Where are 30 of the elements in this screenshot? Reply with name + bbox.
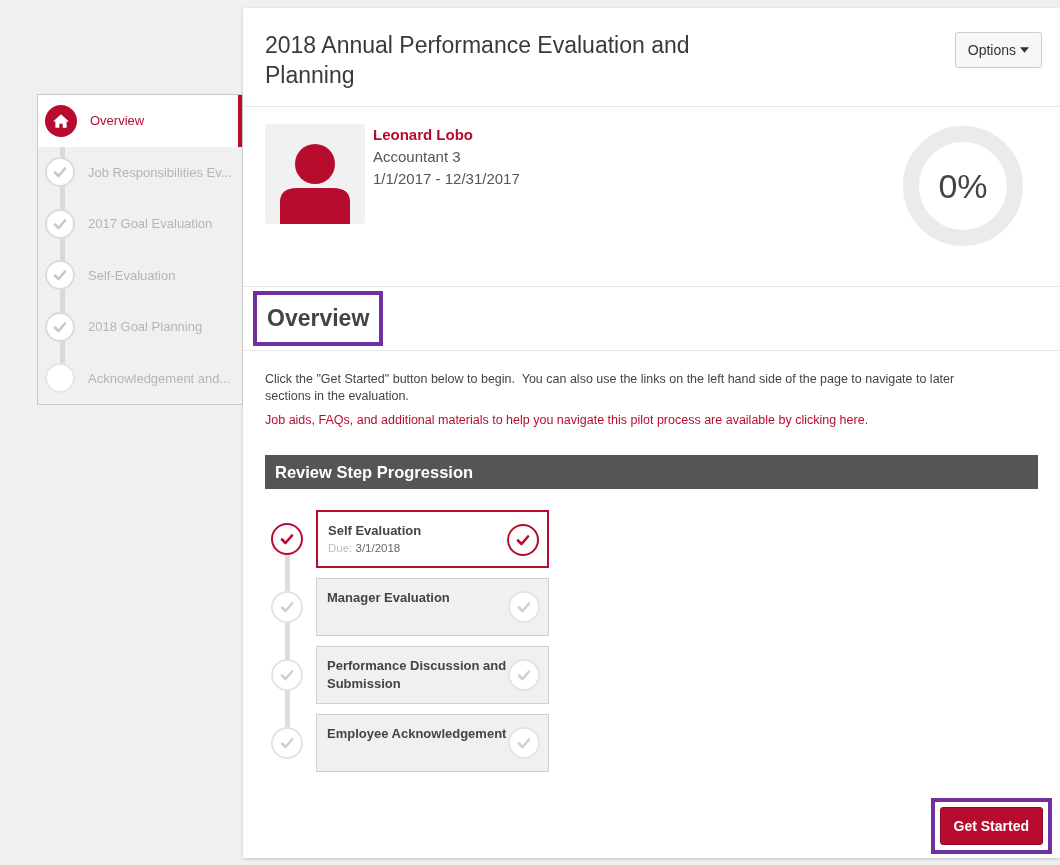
options-button[interactable]: Options [954,32,1042,68]
step-card[interactable]: Self Evaluation Due: 3/1/2018 [316,510,549,569]
sidebar-item[interactable]: Overview [38,95,242,147]
step-title: Manager Evaluation [327,589,450,608]
get-started-button[interactable]: Get Started [939,807,1043,845]
home-icon [45,104,77,137]
section-bar-title: Review Step Progression [275,461,474,483]
sidebar-label: Acknowledgement and... [88,369,231,388]
review-period: 1/1/2017 - 12/31/2017 [373,169,520,189]
step-card[interactable]: Performance Discussion and Submission [316,646,549,705]
employee-name[interactable]: Leonard Lobo [373,124,520,146]
sidebar-label: Overview [90,112,145,130]
step-title: Self Evaluation [328,522,422,541]
section-heading: Overview [267,304,370,333]
step-title: Performance Discussion and Submission [327,657,508,694]
caret-icon [1020,47,1029,53]
intro-text: Click the "Get Started" button below to begin. You can also use the links on the left hand side of the page to navigate to later sections in the evaluation. [265,370,956,405]
step-card[interactable]: Employee Acknowledgement [316,714,549,773]
sidebar-label: 2017 Goal Evaluation [88,215,213,233]
sidebar-label: Job Responsibilities Ev... [88,163,232,182]
employee-role: Accountant 3 [373,147,462,167]
help-link[interactable]: Job aids, FAQs, and additional materials to help you navigate this pilot process are available by clicking here. [265,410,1038,430]
step-card[interactable]: Manager Evaluation [316,578,549,637]
due-date: 3/1/2018 [355,542,401,555]
due-label: Due: [328,542,353,555]
sidebar-label: Self-Evaluation [88,266,176,285]
sidebar-label: 2018 Goal Planning [88,318,203,336]
progress-percent: 0% [938,166,988,206]
step-title: Employee Acknowledgement [327,725,507,744]
page-title: 2018 Annual Performance Evaluation and Planning [265,31,691,90]
